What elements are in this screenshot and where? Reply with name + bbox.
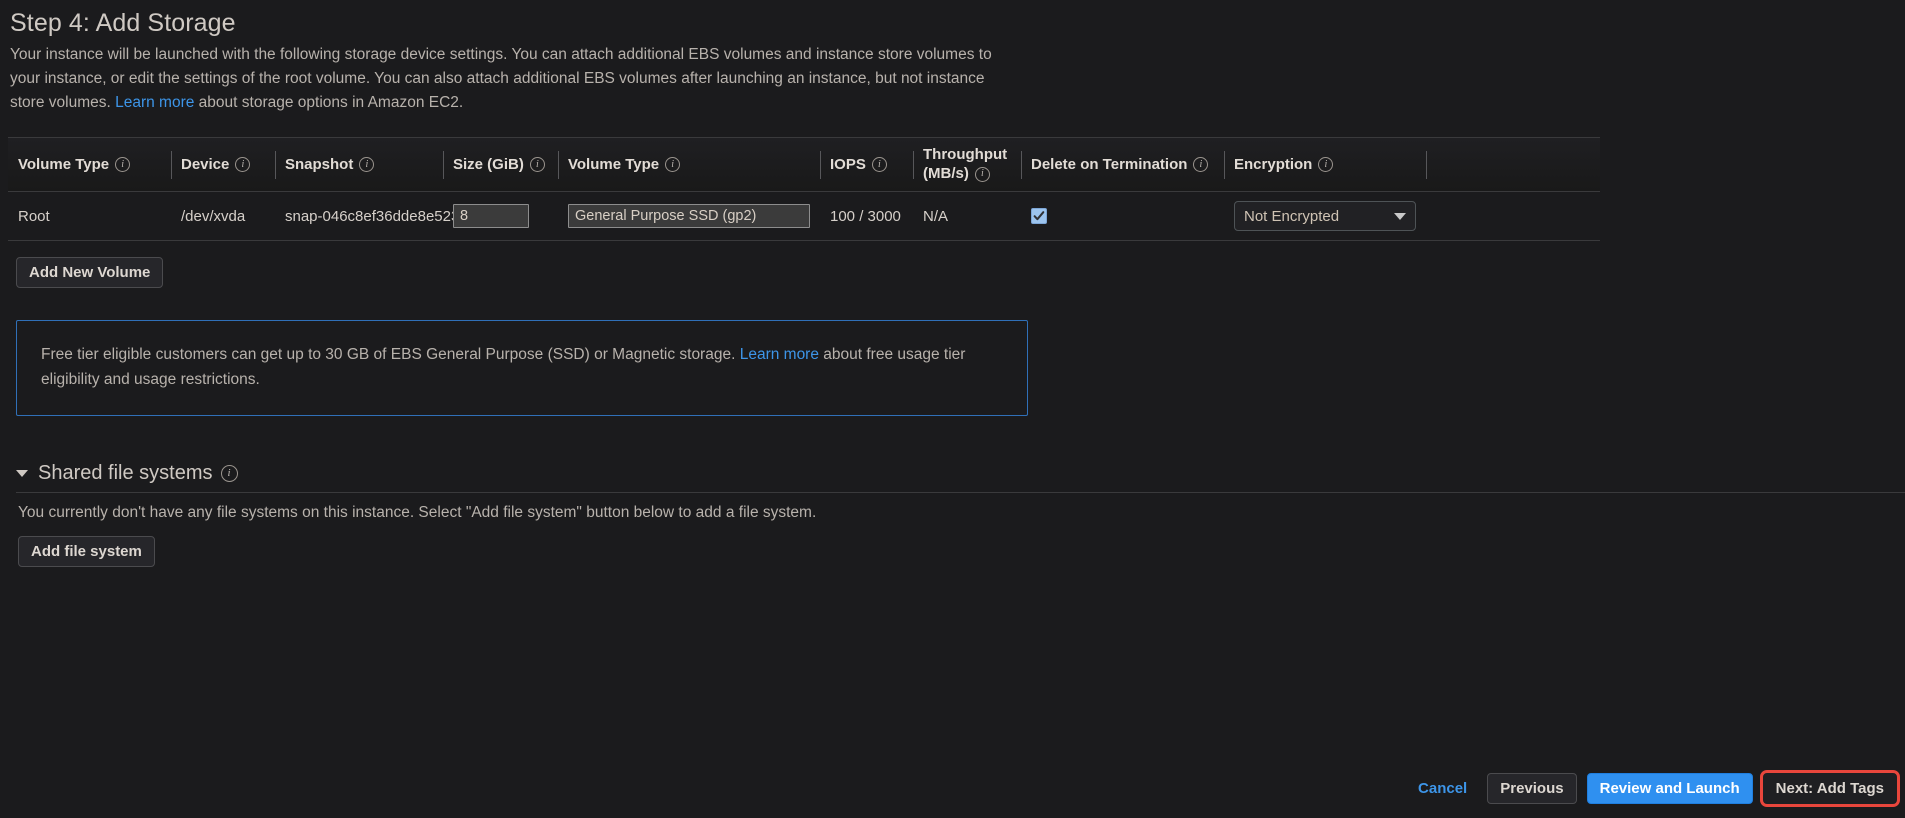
- column-header-delete-on-termination: Delete on Termination i: [1021, 138, 1224, 191]
- column-header-throughput: Throughput (MB/s) i: [913, 138, 1021, 191]
- info-icon[interactable]: i: [1193, 157, 1209, 173]
- add-storage-page: Step 4: Add Storage Your instance will b…: [0, 0, 1905, 567]
- column-header-volume-type: Volume Type i: [8, 138, 171, 191]
- column-header-size-label: Size (GiB): [453, 156, 524, 174]
- volume-type-select-value: General Purpose SSD (gp2): [575, 208, 757, 225]
- column-header-throughput-line1: Throughput: [923, 146, 1008, 164]
- previous-button[interactable]: Previous: [1487, 773, 1577, 804]
- free-tier-learn-more-link[interactable]: Learn more: [740, 346, 819, 363]
- cell-delete-on-termination: [1021, 208, 1224, 225]
- free-tier-text-part1: Free tier eligible customers can get up …: [41, 346, 740, 364]
- storage-learn-more-link[interactable]: Learn more: [115, 94, 194, 111]
- column-header-iops: IOPS i: [820, 138, 913, 191]
- cell-throughput: N/A: [923, 207, 949, 225]
- column-header-encryption: Encryption i: [1224, 138, 1426, 191]
- info-icon[interactable]: i: [359, 157, 375, 173]
- column-header-iops-label: IOPS: [830, 156, 866, 174]
- page-title: Step 4: Add Storage: [10, 9, 236, 37]
- add-new-volume-button[interactable]: Add New Volume: [16, 257, 164, 289]
- column-header-snapshot-label: Snapshot: [285, 156, 354, 174]
- cell-snapshot: snap-046c8ef36dde8e523: [285, 207, 460, 225]
- storage-table: Volume Type i Device i Snapshot i Size (…: [8, 137, 1600, 242]
- add-file-system-button[interactable]: Add file system: [18, 535, 155, 567]
- column-header-encryption-label: Encryption: [1234, 156, 1313, 174]
- cell-encryption: Not Encrypted: [1224, 201, 1426, 232]
- storage-table-header: Volume Type i Device i Snapshot i Size (…: [8, 138, 1600, 193]
- storage-table-body: Root /dev/xvda snap-046c8ef36dde8e523 Ge…: [8, 192, 1600, 241]
- page-intro: Your instance will be launched with the …: [10, 43, 1020, 115]
- intro-text-part2: about storage options in Amazon EC2.: [194, 94, 464, 112]
- info-icon[interactable]: i: [235, 157, 251, 173]
- free-tier-text: Free tier eligible customers can get up …: [41, 343, 1003, 393]
- column-header-delete-on-termination-label: Delete on Termination: [1031, 156, 1188, 174]
- column-header-volume-type-2: Volume Type i: [558, 138, 820, 191]
- free-tier-notice: Free tier eligible customers can get up …: [16, 320, 1028, 416]
- next-add-tags-button[interactable]: Next: Add Tags: [1759, 770, 1901, 807]
- table-row: Root /dev/xvda snap-046c8ef36dde8e523 Ge…: [8, 192, 1600, 241]
- cell-volume-type: Root: [18, 207, 50, 225]
- shared-file-systems-header: Shared file systems i: [16, 462, 1905, 493]
- info-icon[interactable]: i: [665, 157, 681, 173]
- info-icon[interactable]: i: [115, 157, 131, 173]
- shared-file-systems-empty-message: You currently don't have any file system…: [18, 503, 817, 521]
- encryption-select[interactable]: Not Encrypted: [1234, 201, 1416, 232]
- add-new-volume-wrap: Add New Volume: [16, 257, 1905, 289]
- cancel-button[interactable]: Cancel: [1408, 773, 1477, 804]
- shared-file-systems-title: Shared file systems: [38, 461, 213, 484]
- column-header-throughput-line2: (MB/s): [923, 164, 969, 182]
- volume-type-select[interactable]: General Purpose SSD (gp2): [568, 204, 810, 229]
- add-file-system-wrap: Add file system: [18, 535, 1905, 567]
- column-header-size: Size (GiB) i: [443, 138, 558, 191]
- info-icon[interactable]: i: [529, 157, 545, 173]
- info-icon[interactable]: i: [1318, 157, 1334, 173]
- column-header-device-label: Device: [181, 156, 230, 174]
- footer-actions: Cancel Previous Review and Launch Next: …: [1408, 770, 1901, 807]
- encryption-select-value: Not Encrypted: [1244, 207, 1340, 225]
- review-and-launch-button[interactable]: Review and Launch: [1586, 773, 1753, 804]
- cell-iops: 100 / 3000: [830, 207, 901, 225]
- cell-device: /dev/xvda: [181, 207, 246, 225]
- column-header-volume-type-2-label: Volume Type: [568, 156, 660, 174]
- info-icon[interactable]: i: [974, 166, 990, 182]
- column-header-volume-type-label: Volume Type: [18, 156, 110, 174]
- column-header-throughput-line2-wrap: (MB/s) i: [923, 165, 1011, 184]
- info-icon[interactable]: i: [220, 464, 238, 482]
- collapse-triangle-icon[interactable]: [16, 469, 28, 477]
- info-icon[interactable]: i: [871, 157, 887, 173]
- cell-size: [443, 204, 558, 229]
- delete-on-termination-checkbox[interactable]: [1031, 208, 1047, 225]
- shared-file-systems-section: Shared file systems i You currently don'…: [16, 462, 1905, 567]
- column-header-actions: [1426, 138, 1600, 191]
- cell-volume-type-select: General Purpose SSD (gp2): [558, 204, 820, 229]
- column-header-device: Device i: [171, 138, 275, 191]
- chevron-down-icon: [1394, 212, 1406, 220]
- column-header-snapshot: Snapshot i: [275, 138, 443, 191]
- size-input[interactable]: [453, 204, 529, 229]
